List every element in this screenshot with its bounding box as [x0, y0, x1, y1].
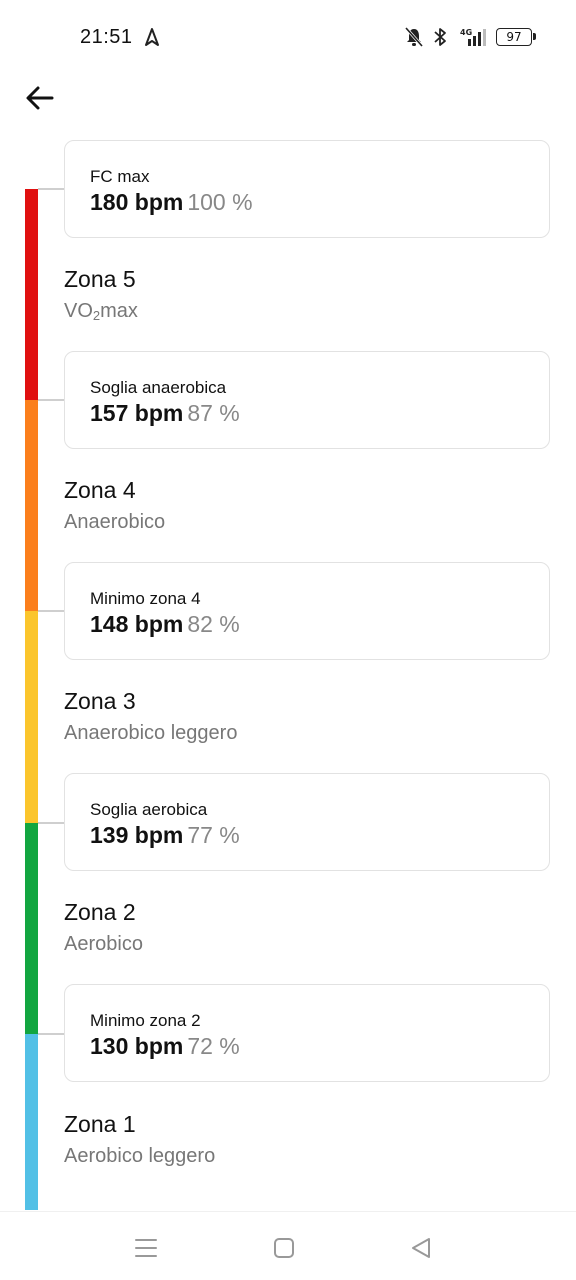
zone-description: Aerobico	[64, 933, 143, 955]
back-button[interactable]	[20, 78, 60, 118]
threshold-connector	[38, 399, 65, 401]
zone-description: Anaerobico leggero	[64, 722, 238, 744]
zone-name: Zona 3	[64, 688, 136, 714]
zone-5-color-segment	[25, 189, 38, 400]
zone-1-label: Zona 1 Aerobico leggero	[64, 1109, 215, 1171]
threshold-bpm: 180 bpm	[90, 189, 184, 215]
svg-text:4G: 4G	[460, 28, 472, 37]
zone-1-color-segment	[25, 1034, 38, 1210]
zone-name: Zona 1	[64, 1111, 136, 1137]
threshold-bpm: 157 bpm	[90, 400, 184, 426]
battery-level: 97	[506, 30, 522, 44]
zone-description: Aerobico leggero	[64, 1145, 216, 1167]
home-button[interactable]	[270, 1234, 298, 1262]
threshold-percent: 77 %	[187, 822, 240, 848]
threshold-card-zone2-min[interactable]: Minimo zona 2 130 bpm 72 %	[64, 984, 550, 1082]
navigation-arrow-icon	[143, 27, 163, 49]
threshold-percent: 82 %	[187, 611, 240, 637]
threshold-title: Minimo zona 2	[90, 1011, 201, 1030]
zone-description: Anaerobico	[64, 511, 166, 533]
threshold-card-anaerobic[interactable]: Soglia anaerobica 157 bpm 87 %	[64, 351, 550, 449]
zone-name: Zona 4	[64, 477, 136, 503]
zone-name: Zona 2	[64, 899, 136, 925]
back-triangle-icon	[412, 1238, 430, 1258]
threshold-bpm: 130 bpm	[90, 1033, 184, 1059]
threshold-percent: 72 %	[187, 1033, 240, 1059]
threshold-bpm: 148 bpm	[90, 611, 184, 637]
status-time: 21:51	[80, 26, 133, 48]
threshold-title: Minimo zona 4	[90, 589, 201, 608]
threshold-percent: 100 %	[187, 189, 253, 215]
signal-4g-icon: 4G	[460, 26, 488, 48]
threshold-percent: 87 %	[187, 400, 240, 426]
home-square-icon	[274, 1238, 294, 1258]
system-navigation-bar	[0, 1211, 576, 1280]
zone-3-label: Zona 3 Anaerobico leggero	[64, 686, 237, 748]
threshold-title: Soglia aerobica	[90, 800, 208, 819]
threshold-connector	[38, 822, 65, 824]
threshold-card-aerobic[interactable]: Soglia aerobica 139 bpm 77 %	[64, 773, 550, 871]
zone-4-label: Zona 4 Anaerobico	[64, 475, 165, 537]
menu-button[interactable]	[132, 1234, 160, 1262]
zone-2-color-segment	[25, 823, 38, 1034]
threshold-title: FC max	[90, 167, 150, 186]
zone-2-label: Zona 2 Aerobico	[64, 897, 143, 959]
status-bar: 21:51 4G 97	[0, 0, 576, 76]
menu-icon	[135, 1239, 157, 1257]
zone-name: Zona 5	[64, 266, 136, 292]
status-icons: 4G 97	[404, 26, 536, 48]
bluetooth-icon	[432, 26, 452, 48]
threshold-connector	[38, 610, 65, 612]
threshold-title: Soglia anaerobica	[90, 378, 227, 397]
system-back-button[interactable]	[407, 1234, 435, 1262]
threshold-connector	[38, 188, 65, 190]
threshold-card-zone4-min[interactable]: Minimo zona 4 148 bpm 82 %	[64, 562, 550, 660]
zone-description: VO2max	[64, 300, 138, 323]
zone-3-color-segment	[25, 611, 38, 823]
zone-5-label: Zona 5 VO2max	[64, 264, 138, 331]
battery-indicator: 97	[496, 28, 536, 46]
arrow-left-icon	[26, 86, 54, 110]
threshold-connector	[38, 1033, 65, 1035]
bell-muted-icon	[404, 26, 424, 48]
zone-4-color-segment	[25, 400, 38, 611]
threshold-bpm: 139 bpm	[90, 822, 184, 848]
threshold-card-fc-max[interactable]: FC max 180 bpm 100 %	[64, 140, 550, 238]
